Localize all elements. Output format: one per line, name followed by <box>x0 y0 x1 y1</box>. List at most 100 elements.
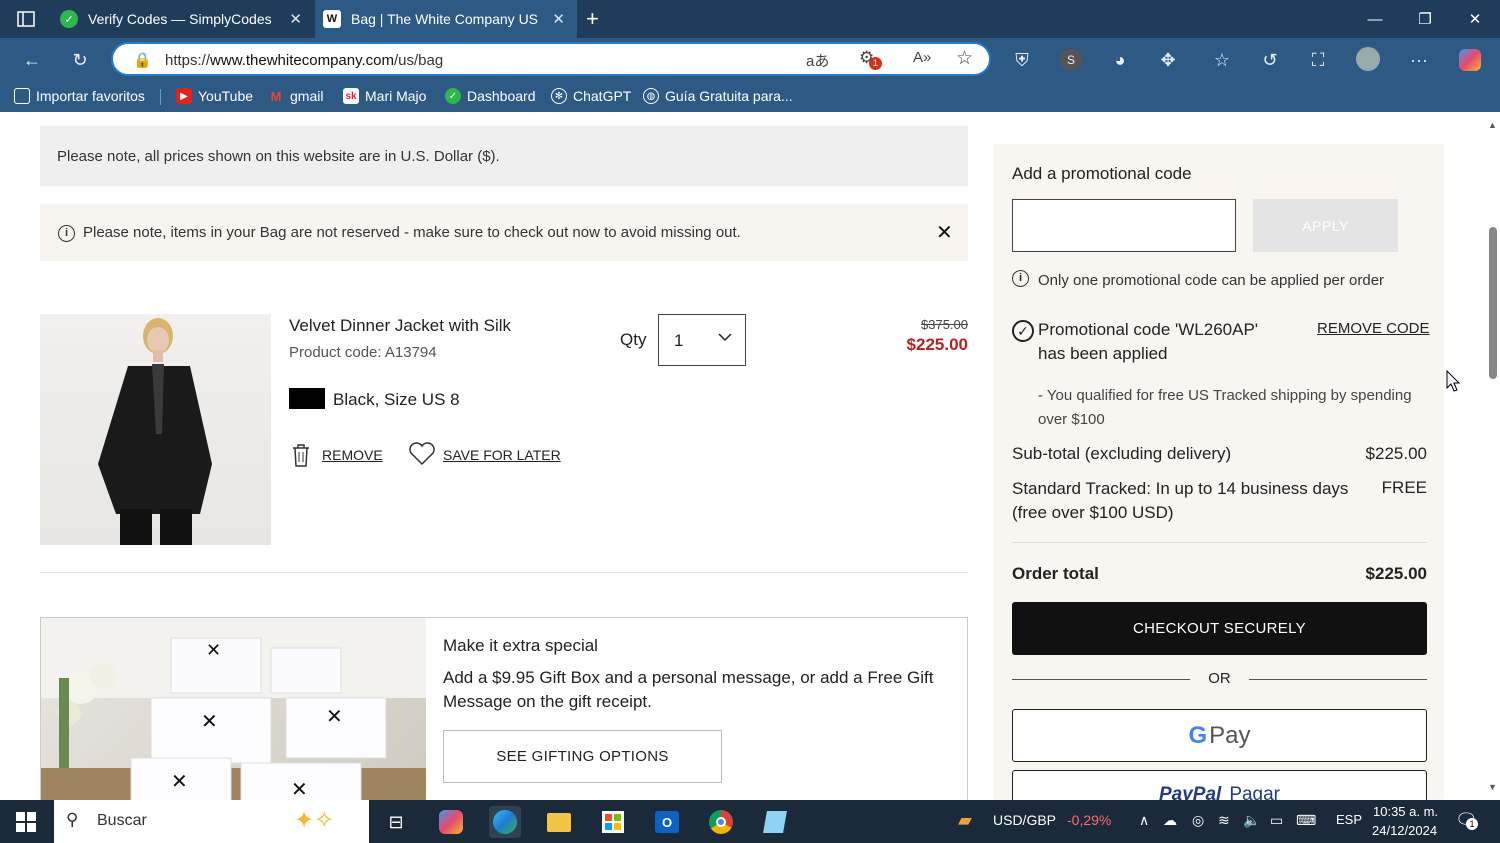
tracking-prevention-icon[interactable]: ⚙ 1 <box>859 48 882 70</box>
clock-time[interactable]: 10:35 a. m. <box>1373 804 1438 819</box>
paypal-logo: PayPal <box>1158 784 1222 800</box>
quantity-select[interactable]: 1 <box>658 314 746 366</box>
order-summary-panel: Add a promotional code APPLY i Only one … <box>994 144 1444 800</box>
info-icon: i <box>1012 270 1029 287</box>
close-tab-icon[interactable]: ✕ <box>289 10 302 28</box>
outlook-app-icon[interactable]: O <box>651 806 683 838</box>
circle-extension-icon[interactable]: ◕ <box>1106 46 1134 74</box>
currency-notice: Please note, all prices shown on this we… <box>40 126 968 186</box>
promo-applied-line1: Promotional code 'WL260AP' <box>1038 320 1259 339</box>
volume-icon[interactable]: 🔈 <box>1243 812 1260 829</box>
copilot-icon[interactable] <box>1456 46 1484 74</box>
chevron-up-icon[interactable]: ∧ <box>1139 812 1149 829</box>
tab-actions-icon[interactable] <box>14 8 38 30</box>
see-gifting-options-button[interactable]: SEE GIFTING OPTIONS <box>443 730 722 783</box>
page-scrollbar[interactable]: ▲ ▼ <box>1486 112 1500 800</box>
mouse-cursor-icon <box>1446 369 1461 397</box>
profile-avatar-icon[interactable] <box>1354 45 1382 73</box>
notepad-app-icon[interactable] <box>759 806 791 838</box>
chrome-app-icon[interactable] <box>705 806 737 838</box>
more-menu-icon[interactable]: ··· <box>1405 46 1433 74</box>
tab-simplycodes[interactable]: ✓ Verify Codes — SimplyCodes ✕ <box>52 0 314 38</box>
qty-value: 1 <box>674 331 684 350</box>
taskbar-search-box[interactable]: ⚲ Buscar ✦✧ <box>54 800 369 843</box>
remove-item-link[interactable]: REMOVE <box>322 447 383 463</box>
translate-icon[interactable]: aあ <box>806 50 829 71</box>
scroll-down-icon[interactable]: ▼ <box>1488 782 1497 792</box>
onedrive-icon[interactable]: ☁ <box>1163 812 1177 829</box>
product-image[interactable] <box>40 314 271 545</box>
windows-start-icon[interactable] <box>10 806 42 838</box>
shipping-value: FREE <box>1381 478 1427 497</box>
history-icon[interactable]: ↺ <box>1256 46 1284 74</box>
product-name[interactable]: Velvet Dinner Jacket with Silk <box>289 316 511 336</box>
minimize-icon[interactable]: — <box>1350 0 1400 38</box>
language-indicator[interactable]: ESP <box>1336 812 1362 827</box>
search-icon: ⚲ <box>66 810 79 829</box>
apply-button[interactable]: APPLY <box>1253 199 1398 252</box>
sparkle-icon: ✦✧ <box>294 807 335 834</box>
heart-icon[interactable] <box>408 442 436 471</box>
color-swatch <box>289 388 325 409</box>
paypal-button[interactable]: PayPal Pagar <box>1012 770 1427 800</box>
bookmark-gmail[interactable]: Mgmail <box>268 88 324 104</box>
remove-code-link[interactable]: REMOVE CODE <box>1317 320 1430 337</box>
promo-applied-line2: has been applied <box>1038 344 1168 363</box>
camera-icon[interactable]: ◎ <box>1192 812 1204 829</box>
google-pay-button[interactable]: G Pay <box>1012 709 1427 762</box>
restore-icon[interactable]: ❐ <box>1400 0 1450 38</box>
notifications-icon[interactable]: 🗨1 <box>1455 810 1478 831</box>
ticker-symbol[interactable]: USD/GBP <box>993 812 1056 828</box>
qualified-shipping-note: - You qualified for free US Tracked ship… <box>1038 387 1412 428</box>
original-price: $375.00 <box>921 317 968 332</box>
copilot-app-icon[interactable] <box>435 806 467 838</box>
favorites-icon[interactable]: ☆ <box>1208 46 1236 74</box>
save-for-later-link[interactable]: SAVE FOR LATER <box>443 447 561 463</box>
extensions-icon[interactable]: ✥ <box>1154 46 1182 74</box>
address-bar[interactable]: 🔒 https://www.thewhitecompany.com/us/bag… <box>111 42 991 76</box>
back-icon[interactable]: ← <box>18 46 46 74</box>
edge-app-icon[interactable] <box>489 806 521 838</box>
screenshot-icon[interactable]: ⛶ <box>1304 46 1332 74</box>
bag-page: Please note, all prices shown on this we… <box>0 112 1500 800</box>
scroll-thumb[interactable] <box>1489 227 1497 379</box>
store-app-icon[interactable] <box>597 806 629 838</box>
promo-code-input[interactable] <box>1012 199 1236 252</box>
bookmark-chatgpt[interactable]: ✻ ChatGPT <box>551 88 631 104</box>
shield-extension-icon[interactable]: ⛨ <box>1008 46 1036 74</box>
svg-text:✕: ✕ <box>291 779 308 800</box>
lock-icon[interactable]: 🔒 <box>133 51 152 69</box>
wifi-icon[interactable]: ≋ <box>1218 812 1230 829</box>
windows-taskbar: ⚲ Buscar ✦✧ ⊟ O ▰ USD/GBP -0,29% ∧ ☁ ◎ ≋… <box>0 800 1500 843</box>
file-explorer-icon[interactable] <box>543 806 575 838</box>
bookmark-youtube[interactable]: ▶ YouTube <box>176 88 253 104</box>
new-tab-icon[interactable]: + <box>586 6 599 32</box>
bookmark-mari-majo[interactable]: sk Mari Majo <box>343 88 426 104</box>
refresh-icon[interactable]: ↻ <box>66 46 94 74</box>
clock-date[interactable]: 24/12/2024 <box>1372 823 1437 838</box>
svg-text:✕: ✕ <box>171 771 188 793</box>
tab-white-company[interactable]: W Bag | The White Company US ✕ <box>315 0 577 38</box>
read-aloud-icon[interactable]: A» <box>913 49 931 66</box>
task-view-icon[interactable]: ⊟ <box>380 806 412 838</box>
reserve-notice: i Please note, items in your Bag are not… <box>40 204 968 261</box>
check-circle-icon: ✓ <box>1012 320 1034 342</box>
keyboard-icon[interactable]: ⌨ <box>1296 812 1316 829</box>
currency-notice-text: Please note, all prices shown on this we… <box>57 148 500 165</box>
chatgpt-icon: ✻ <box>551 88 567 104</box>
close-window-icon[interactable]: ✕ <box>1450 0 1500 38</box>
bookmark-guia[interactable]: ◍ Guía Gratuita para... <box>643 88 793 104</box>
close-notice-icon[interactable]: ✕ <box>936 220 953 245</box>
trash-icon[interactable] <box>290 442 312 473</box>
bookmark-import[interactable]: Importar favoritos <box>14 88 145 104</box>
battery-icon[interactable]: ▭ <box>1270 812 1283 829</box>
gifting-promo: ✕ ✕ ✕ ✕ ✕ Make it extra special Add a $9… <box>40 617 968 800</box>
checkout-securely-button[interactable]: CHECKOUT SECURELY <box>1012 602 1427 655</box>
bookmark-dashboard[interactable]: ✓ Dashboard <box>445 88 536 104</box>
close-tab-icon[interactable]: ✕ <box>552 10 565 28</box>
s-extension-icon[interactable]: S <box>1057 46 1085 74</box>
gmail-icon: M <box>270 88 282 104</box>
scroll-up-icon[interactable]: ▲ <box>1488 120 1497 130</box>
favorite-star-icon[interactable]: ☆ <box>956 47 973 70</box>
url-domain: www.thewhitecompany.com <box>210 52 394 69</box>
